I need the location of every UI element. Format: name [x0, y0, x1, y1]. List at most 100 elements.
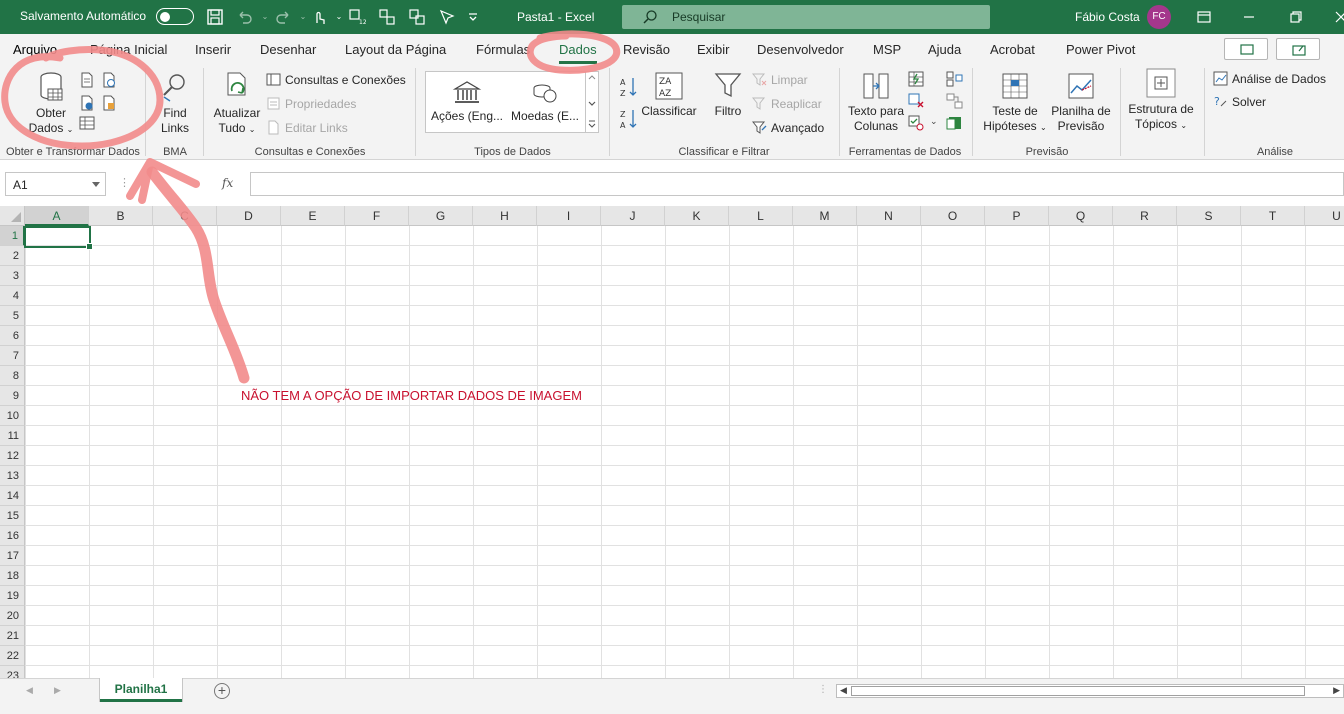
row-header-1[interactable]: 1 [0, 226, 25, 246]
clear-filter-button[interactable]: Limpar [752, 72, 808, 87]
comments-button[interactable] [1224, 38, 1268, 60]
add-sheet-icon[interactable]: + [214, 683, 230, 699]
existing-connections-icon[interactable] [102, 95, 116, 111]
column-header-k[interactable]: K [665, 206, 729, 226]
column-header-u[interactable]: U [1305, 206, 1344, 226]
column-header-t[interactable]: T [1241, 206, 1305, 226]
tab-inserir[interactable]: Inserir [195, 42, 231, 57]
row-header-22[interactable]: 22 [0, 646, 25, 666]
group-icon[interactable] [408, 8, 426, 26]
from-table-icon[interactable] [79, 116, 95, 130]
avatar[interactable]: FC [1147, 5, 1171, 29]
outline-button[interactable]: Estrutura de Tópicos ⌄ [1126, 67, 1196, 133]
tab-msp[interactable]: MSP [873, 42, 901, 57]
row-header-9[interactable]: 9 [0, 386, 25, 406]
customize-qat-icon[interactable] [464, 8, 482, 26]
column-header-b[interactable]: B [89, 206, 153, 226]
tab-dados[interactable]: Dados [559, 42, 597, 64]
column-header-j[interactable]: J [601, 206, 665, 226]
row-header-12[interactable]: 12 [0, 446, 25, 466]
column-header-d[interactable]: D [217, 206, 281, 226]
column-header-o[interactable]: O [921, 206, 985, 226]
horizontal-scrollbar[interactable]: ◀ ▶ [836, 684, 1344, 698]
row-header-17[interactable]: 17 [0, 546, 25, 566]
touch-dropdown-icon[interactable]: ⌄ [330, 8, 348, 26]
scroll-thumb[interactable] [851, 686, 1305, 696]
currencies-button[interactable]: Moedas (E... [508, 80, 582, 124]
row-header-10[interactable]: 10 [0, 406, 25, 426]
column-header-q[interactable]: Q [1049, 206, 1113, 226]
undo-dropdown-icon[interactable]: ⌄ [256, 8, 274, 26]
shapes-icon[interactable] [378, 8, 396, 26]
from-web-icon[interactable] [80, 95, 94, 111]
tab-revisao[interactable]: Revisão [623, 42, 670, 57]
redo-icon[interactable] [274, 8, 292, 26]
tab-formulas[interactable]: Fórmulas [476, 42, 530, 57]
next-sheet-icon[interactable]: ▶ [54, 685, 61, 696]
row-header-11[interactable]: 11 [0, 426, 25, 446]
what-if-button[interactable]: Teste de Hipóteses ⌄ [980, 71, 1050, 135]
filter-button[interactable]: Filtro [708, 71, 748, 119]
row-header-7[interactable]: 7 [0, 346, 25, 366]
column-header-n[interactable]: N [857, 206, 921, 226]
name-box[interactable]: A1 [5, 172, 106, 196]
scroll-left-icon[interactable]: ◀ [840, 685, 847, 696]
row-header-4[interactable]: 4 [0, 286, 25, 306]
consolidate-icon[interactable] [946, 71, 963, 87]
row-header-18[interactable]: 18 [0, 566, 25, 586]
row-header-19[interactable]: 19 [0, 586, 25, 606]
validation-dropdown-icon[interactable]: ⌄ [930, 116, 938, 127]
column-header-e[interactable]: E [281, 206, 345, 226]
ribbon-display-icon[interactable] [1196, 9, 1212, 25]
data-model-icon[interactable] [946, 115, 963, 131]
column-header-g[interactable]: G [409, 206, 473, 226]
active-cell-a1[interactable] [24, 226, 93, 250]
undo-icon[interactable] [236, 8, 254, 26]
column-header-m[interactable]: M [793, 206, 857, 226]
flash-fill-icon[interactable] [908, 71, 925, 87]
column-header-i[interactable]: I [537, 206, 601, 226]
advanced-filter-button[interactable]: Avançado [752, 120, 824, 135]
row-header-20[interactable]: 20 [0, 606, 25, 626]
formula-bar-grip-icon[interactable]: ⋮ [119, 176, 130, 189]
column-header-a[interactable]: A [25, 206, 89, 226]
solver-button[interactable]: ? Solver [1213, 94, 1266, 109]
scroll-right-icon[interactable]: ▶ [1333, 685, 1340, 696]
chevron-down-icon[interactable] [92, 182, 100, 187]
row-header-16[interactable]: 16 [0, 526, 25, 546]
row-header-23[interactable]: 23 [0, 666, 25, 678]
edit-links-button[interactable]: Editar Links [266, 120, 348, 135]
tab-desenhar[interactable]: Desenhar [260, 42, 316, 57]
data-analysis-button[interactable]: Análise de Dados [1213, 71, 1326, 86]
column-header-l[interactable]: L [729, 206, 793, 226]
row-header-13[interactable]: 13 [0, 466, 25, 486]
row-header-14[interactable]: 14 [0, 486, 25, 506]
restore-icon[interactable] [1288, 9, 1304, 25]
spreadsheet-grid[interactable]: ABCDEFGHIJKLMNOPQRSTU 1 2 3 4 5 6 7 8 9 10 11 12 13 1… [0, 206, 1344, 678]
text-to-columns-button[interactable]: Texto para Colunas [846, 71, 906, 134]
row-header-6[interactable]: 6 [0, 326, 25, 346]
find-links-button[interactable]: Find Links [154, 71, 196, 136]
relationships-icon[interactable] [946, 93, 963, 109]
sort-az-icon[interactable]: AZ [619, 76, 639, 98]
column-header-h[interactable]: H [473, 206, 537, 226]
insert-function-button[interactable]: fx [222, 176, 233, 190]
column-header-c[interactable]: C [153, 206, 217, 226]
tab-pagina-inicial[interactable]: Página Inicial [90, 42, 167, 57]
tab-split-handle-icon[interactable]: ⋮ [818, 684, 828, 695]
column-header-r[interactable]: R [1113, 206, 1177, 226]
tab-desenvolvedor[interactable]: Desenvolvedor [757, 42, 844, 57]
column-header-f[interactable]: F [345, 206, 409, 226]
sort-button[interactable]: ZA AZ Classificar [641, 71, 697, 119]
autosave-toggle[interactable] [156, 8, 194, 25]
prev-sheet-icon[interactable]: ◀ [26, 685, 33, 696]
gallery-scroll[interactable] [585, 71, 599, 133]
row-header-3[interactable]: 3 [0, 266, 25, 286]
select-icon[interactable] [438, 8, 456, 26]
row-header-5[interactable]: 5 [0, 306, 25, 326]
tab-layout[interactable]: Layout da Página [345, 42, 446, 57]
tab-arquivo[interactable]: Arquivo [13, 42, 57, 57]
data-validation-icon[interactable] [908, 115, 925, 131]
remove-duplicates-icon[interactable] [908, 93, 925, 109]
save-icon[interactable] [206, 8, 224, 26]
